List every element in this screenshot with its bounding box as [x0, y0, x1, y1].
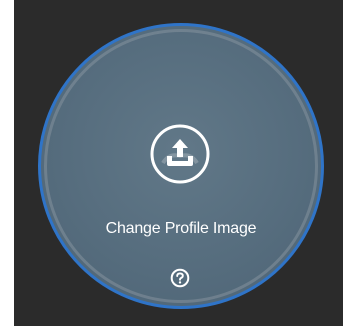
upload-icon[interactable] — [149, 123, 211, 185]
help-icon-graphic — [170, 268, 190, 288]
question-circle-icon[interactable] — [170, 268, 190, 288]
change-profile-image-label: Change Profile Image — [105, 220, 257, 237]
change-profile-image-button[interactable]: Change Profile Image — [38, 23, 324, 309]
upload-icon-graphic — [150, 124, 210, 184]
